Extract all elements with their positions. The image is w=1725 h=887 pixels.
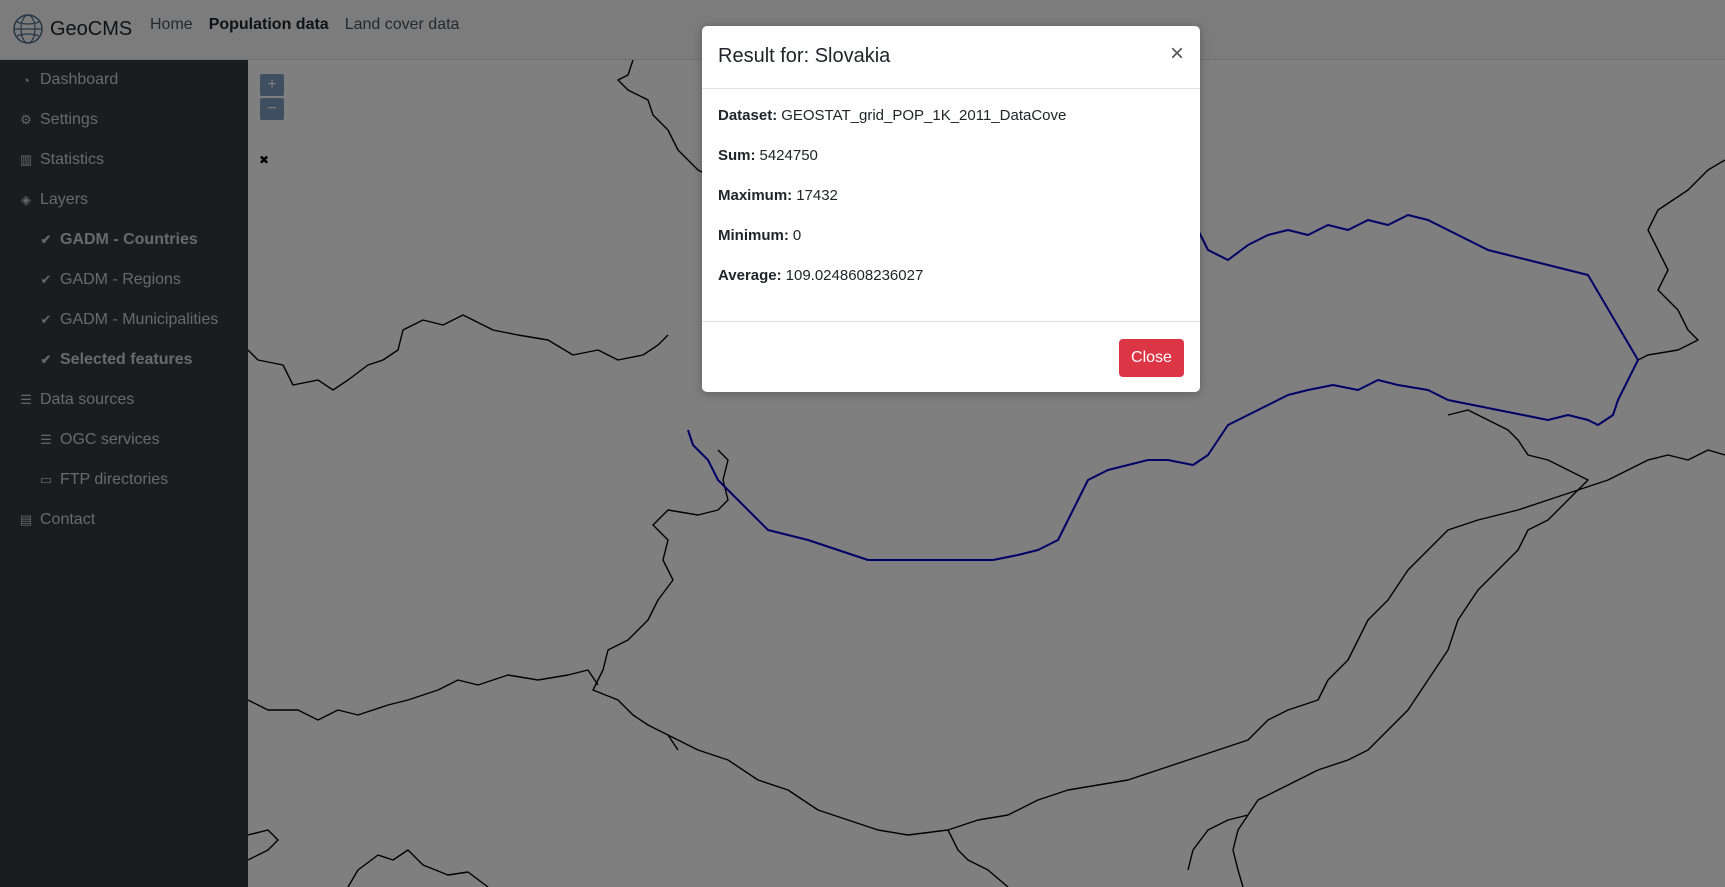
close-button[interactable]: Close (1119, 339, 1184, 377)
field-label: Maximum: (718, 187, 793, 204)
modal-header: Result for: Slovakia × (702, 26, 1200, 89)
field-maximum: Maximum: 17432 (718, 187, 838, 204)
field-label: Dataset: (718, 107, 778, 124)
result-modal: Result for: Slovakia × Dataset: GEOSTAT_g… (702, 26, 1200, 392)
field-value: 0 (792, 227, 802, 244)
field-value: GEOSTAT_grid_POP_1K_2011_DataCove (781, 107, 1067, 124)
field-value: 5424750 (759, 147, 818, 164)
field-value: 17432 (796, 187, 838, 204)
modal-body: Dataset: GEOSTAT_grid_POP_1K_2011_DataCov… (702, 89, 1200, 322)
field-average: Average: 109.0248608236027 (718, 267, 923, 284)
field-value: 109.0248608236027 (785, 267, 924, 284)
field-sum: Sum: 5424750 (718, 147, 818, 164)
field-label: Minimum: (718, 227, 789, 244)
field-label: Average: (718, 267, 782, 284)
field-label: Sum: (718, 147, 756, 164)
modal-title: Result for: Slovakia (718, 45, 891, 67)
close-icon[interactable]: × (1170, 40, 1184, 68)
field-dataset: Dataset: GEOSTAT_grid_POP_1K_2011_DataCov… (718, 107, 1066, 124)
field-minimum: Minimum: 0 (718, 227, 801, 244)
